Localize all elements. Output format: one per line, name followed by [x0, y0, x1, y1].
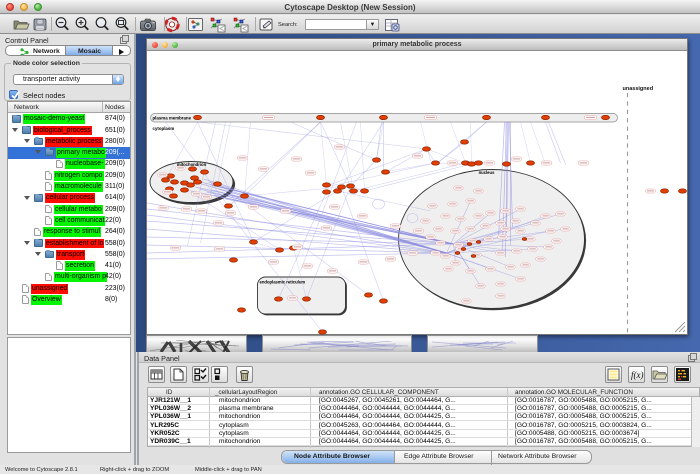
svg-text:plasma membrane: plasma membrane — [153, 116, 192, 121]
svg-text:cytoplasm: cytoplasm — [153, 126, 175, 131]
svg-text:unassigned: unassigned — [623, 86, 654, 92]
svg-text:endoplasmic reticulum: endoplasmic reticulum — [260, 280, 306, 285]
svg-text:nucleus: nucleus — [479, 170, 495, 175]
svg-text:mitochondrion: mitochondrion — [177, 162, 207, 167]
svg-text:f(x): f(x) — [631, 370, 644, 380]
